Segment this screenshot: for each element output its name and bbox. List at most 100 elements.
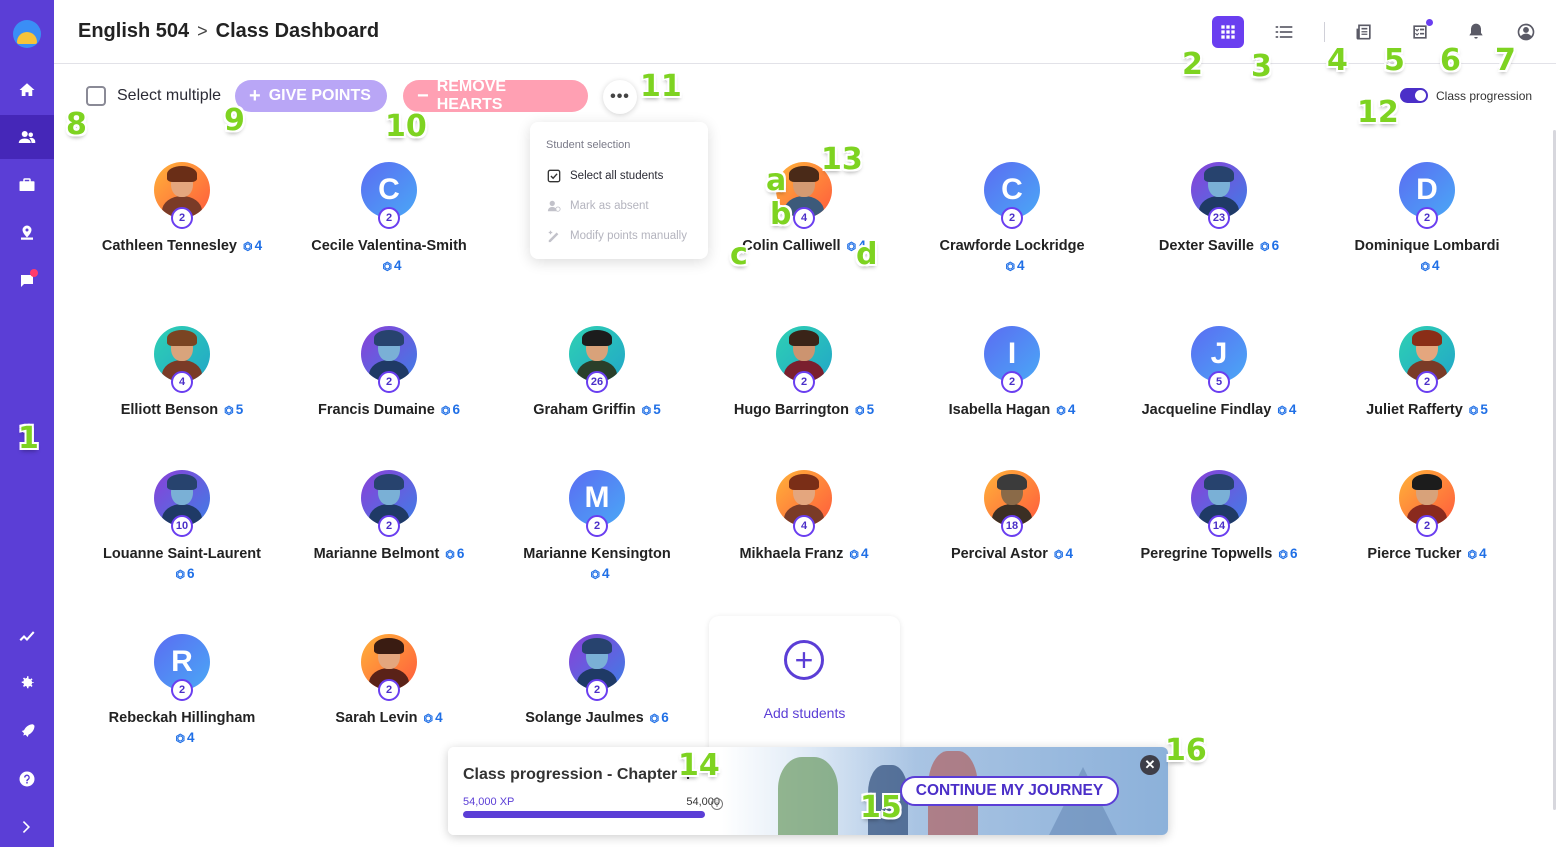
avatar-hair: [374, 330, 404, 346]
sidebar-item-settings[interactable]: [0, 661, 54, 705]
student-card[interactable]: 14 Peregrine Topwells 6: [1119, 470, 1319, 590]
sidebar-item-analytics[interactable]: [0, 613, 54, 657]
student-card[interactable]: 18 Percival Astor 4: [912, 470, 1112, 590]
student-name[interactable]: Cecile Valentina-Smith: [311, 238, 467, 254]
app-logo[interactable]: [13, 20, 41, 48]
student-card[interactable]: 2 Juliet Rafferty 5: [1327, 326, 1527, 446]
student-info: Cecile Valentina-Smith 4: [289, 236, 489, 277]
student-name[interactable]: Elliott Benson: [121, 402, 218, 418]
remove-hearts-button[interactable]: − REMOVE HEARTS: [403, 78, 588, 113]
student-name[interactable]: Pierce Tucker: [1367, 546, 1461, 562]
gem-count: 5: [642, 402, 661, 417]
student-card[interactable]: 4 Elliott Benson 5: [82, 326, 282, 446]
tasks-button[interactable]: [1404, 16, 1436, 48]
student-card[interactable]: 2 Cathleen Tennesley 4: [82, 162, 282, 282]
student-name[interactable]: Solange Jaulmes: [525, 710, 643, 726]
student-card[interactable]: 23 Dexter Saville 6: [1119, 162, 1319, 282]
gem-count: 4: [424, 710, 443, 725]
xp-progress-bar: [463, 811, 705, 818]
student-card[interactable]: D2Dominique Lombardi4: [1327, 162, 1527, 282]
close-banner-button[interactable]: ✕: [1140, 755, 1160, 775]
sidebar-item-help[interactable]: [0, 757, 54, 801]
student-card[interactable]: 4 Mikhaela Franz 4: [704, 470, 904, 590]
annotation-marker: 5: [1384, 43, 1405, 78]
sidebar-item-classes[interactable]: [0, 115, 54, 159]
help-icon: [19, 771, 35, 787]
student-name[interactable]: Graham Griffin: [533, 402, 635, 418]
student-card[interactable]: 2 Marianne Belmont 6: [289, 470, 489, 590]
student-card[interactable]: R2Rebeckah Hillingham4: [82, 634, 282, 754]
student-name[interactable]: Crawforde Lockridge: [939, 238, 1084, 254]
student-card[interactable]: C2Crawforde Lockridge4: [912, 162, 1112, 282]
briefcase-icon: [19, 178, 35, 191]
student-name[interactable]: Juliet Rafferty: [1366, 402, 1463, 418]
toggle-switch[interactable]: [1400, 88, 1428, 103]
student-name[interactable]: Dominique Lombardi: [1355, 238, 1500, 254]
menu-item-mark-absent[interactable]: Mark as absent: [546, 198, 649, 213]
toggle-label: Class progression: [1436, 88, 1533, 103]
student-info: Sarah Levin 4: [289, 708, 489, 729]
annotation-marker: 6: [1440, 43, 1461, 78]
avatar-hair: [789, 474, 819, 490]
student-name[interactable]: Percival Astor: [951, 546, 1048, 562]
student-name[interactable]: Louanne Saint-Laurent: [103, 546, 261, 562]
level-badge: 2: [586, 515, 608, 537]
student-card[interactable]: 2 Sarah Levin 4: [289, 634, 489, 754]
info-icon[interactable]: i: [711, 798, 723, 810]
student-name[interactable]: Mikhaela Franz: [739, 546, 843, 562]
student-name[interactable]: Sarah Levin: [335, 710, 417, 726]
select-multiple[interactable]: Select multiple: [86, 86, 221, 106]
student-name[interactable]: Francis Dumaine: [318, 402, 435, 418]
add-students-card[interactable]: + Add students: [709, 616, 900, 756]
student-name[interactable]: Dexter Saville: [1159, 238, 1254, 254]
avatar-hair: [374, 638, 404, 654]
student-card[interactable]: 2 Pierce Tucker 4: [1327, 470, 1527, 590]
give-points-button[interactable]: + GIVE POINTS: [235, 80, 387, 112]
breadcrumb-course-link[interactable]: English 504: [78, 20, 189, 43]
sidebar-item-map[interactable]: [0, 211, 54, 255]
student-card[interactable]: I2Isabella Hagan4: [912, 326, 1112, 446]
student-card[interactable]: 26 Graham Griffin 5: [497, 326, 697, 446]
student-card[interactable]: 10 Louanne Saint-Laurent 6: [82, 470, 282, 590]
list-view-button[interactable]: [1268, 16, 1300, 48]
student-name[interactable]: Colin Calliwell: [742, 238, 840, 254]
more-options-button[interactable]: •••: [603, 80, 637, 114]
student-name[interactable]: Marianne Kensington: [523, 546, 670, 562]
gem-count: 6: [1278, 546, 1297, 561]
menu-item-modify-points[interactable]: Modify points manually: [546, 228, 687, 243]
student-card[interactable]: M2Marianne Kensington4: [497, 470, 697, 590]
student-name[interactable]: Marianne Belmont: [314, 546, 440, 562]
plus-icon: +: [249, 84, 261, 107]
remove-hearts-label: REMOVE HEARTS: [436, 78, 507, 113]
level-badge: 4: [793, 515, 815, 537]
select-multiple-checkbox[interactable]: [86, 86, 106, 106]
student-name[interactable]: Peregrine Topwells: [1140, 546, 1272, 562]
student-info: Rebeckah Hillingham 4: [82, 708, 282, 749]
grid-view-button[interactable]: [1212, 16, 1244, 48]
sidebar-item-messages[interactable]: [0, 259, 54, 303]
student-name[interactable]: Cathleen Tennesley: [102, 238, 237, 254]
student-card[interactable]: C2Cecile Valentina-Smith4: [289, 162, 489, 282]
student-name[interactable]: Rebeckah Hillingham: [109, 710, 256, 726]
menu-item-select-all[interactable]: Select all students: [546, 168, 663, 183]
class-progression-toggle[interactable]: Class progression: [1400, 88, 1532, 103]
sidebar-expand-button[interactable]: [0, 805, 54, 847]
continue-journey-button[interactable]: CONTINUE MY JOURNEY: [900, 776, 1119, 806]
student-card[interactable]: 2 Francis Dumaine 6: [289, 326, 489, 446]
sidebar-item-launch[interactable]: [0, 709, 54, 753]
student-name[interactable]: Hugo Barrington: [734, 402, 849, 418]
news-button[interactable]: [1348, 16, 1380, 48]
sidebar-item-home[interactable]: [0, 68, 54, 112]
student-card[interactable]: 2 Solange Jaulmes 6: [497, 634, 697, 754]
student-name[interactable]: Jacqueline Findlay: [1142, 402, 1272, 418]
header-divider: [1324, 22, 1325, 42]
student-info: Peregrine Topwells 6: [1119, 544, 1319, 565]
menu-item-label: Modify points manually: [570, 229, 687, 242]
menu-item-label: Select all students: [570, 169, 664, 182]
home-icon: [19, 83, 35, 96]
student-name[interactable]: Isabella Hagan: [949, 402, 1051, 418]
sidebar-item-toolbox[interactable]: [0, 163, 54, 207]
student-card[interactable]: 2 Hugo Barrington 5: [704, 326, 904, 446]
notifications-button[interactable]: [1460, 16, 1492, 48]
student-card[interactable]: J5Jacqueline Findlay4: [1119, 326, 1319, 446]
